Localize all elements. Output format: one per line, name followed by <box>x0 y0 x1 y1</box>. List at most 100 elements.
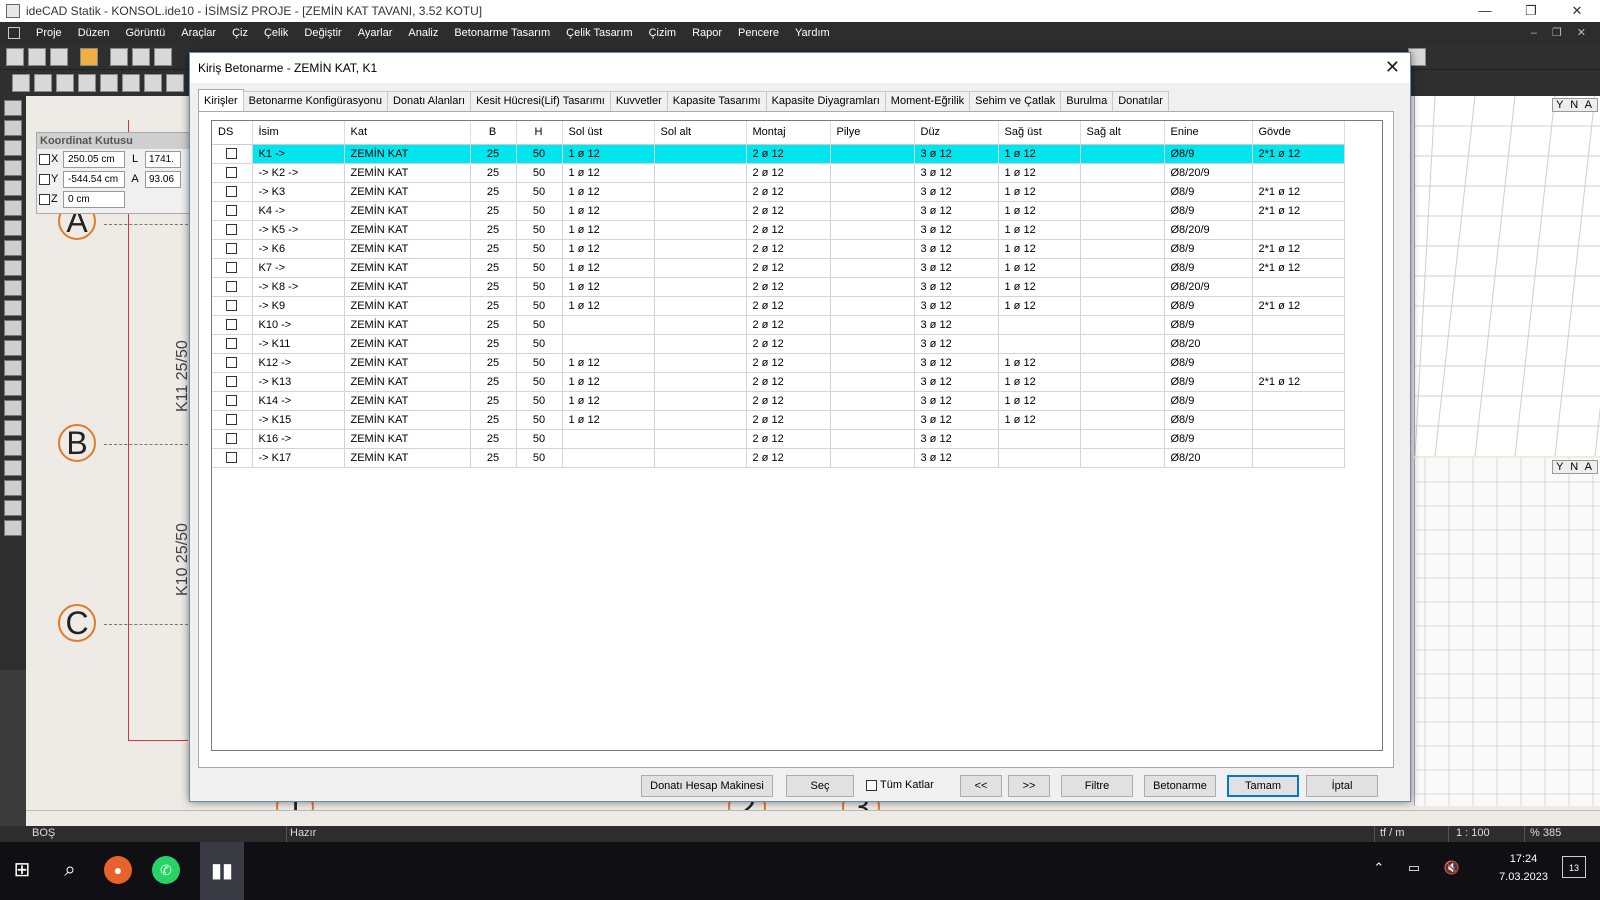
3d-view-top[interactable]: Y N A <box>1414 96 1600 456</box>
table-cell[interactable]: 1 ø 12 <box>562 410 655 430</box>
table-cell[interactable]: 1 ø 12 <box>998 239 1081 259</box>
table-cell[interactable] <box>1252 429 1345 449</box>
col-sag-alt[interactable]: Sağ alt <box>1080 121 1165 145</box>
whatsapp-icon[interactable]: ✆ <box>152 856 180 884</box>
col-ds[interactable]: DS <box>212 121 253 145</box>
table-cell[interactable]: K1 -> <box>252 144 345 164</box>
col-sag-ust[interactable]: Sağ üst <box>998 121 1081 145</box>
table-cell[interactable]: Ø8/9 <box>1164 391 1253 411</box>
table-cell[interactable]: 3 ø 12 <box>914 220 999 240</box>
previous-button[interactable]: << <box>960 775 1002 797</box>
col-duz[interactable]: Düz <box>914 121 999 145</box>
tab-burulma[interactable]: Burulma <box>1060 91 1114 111</box>
menu-ciz[interactable]: Çiz <box>224 22 256 44</box>
table-cell[interactable]: -> K8 -> <box>252 277 345 297</box>
ds-checkbox-cell[interactable] <box>212 144 253 164</box>
table-cell[interactable]: 50 <box>516 448 563 468</box>
ds-checkbox[interactable] <box>226 452 238 464</box>
table-cell[interactable] <box>830 410 915 430</box>
table-cell[interactable] <box>654 239 747 259</box>
table-cell[interactable]: 1 ø 12 <box>998 391 1081 411</box>
table-cell[interactable]: 50 <box>516 410 563 430</box>
beam-tool-icon[interactable] <box>56 74 74 92</box>
table-cell[interactable] <box>830 296 915 316</box>
all-floors-option[interactable]: Tüm Katlar <box>866 779 934 791</box>
stair-tool-icon[interactable] <box>100 74 118 92</box>
table-cell[interactable]: 3 ø 12 <box>914 277 999 297</box>
table-cell[interactable] <box>654 163 747 183</box>
table-cell[interactable]: 25 <box>470 144 517 164</box>
table-row[interactable]: -> K6 ZEMİN KAT 25 50 1 ø 12 2 ø 12 3 ø 12 1 ø … <box>212 239 1345 259</box>
table-cell[interactable]: 3 ø 12 <box>914 334 999 354</box>
axis-marker-b[interactable]: B <box>58 424 96 462</box>
table-cell[interactable]: Ø8/20 <box>1164 334 1253 354</box>
table-cell[interactable]: ZEMİN KAT <box>344 163 471 183</box>
table-cell[interactable]: 3 ø 12 <box>914 163 999 183</box>
table-cell[interactable]: ZEMİN KAT <box>344 144 471 164</box>
table-cell[interactable]: K4 -> <box>252 201 345 221</box>
table-row[interactable]: -> K3 ZEMİN KAT 25 50 1 ø 12 2 ø 12 3 ø 12 1 ø … <box>212 182 1345 202</box>
new-file-icon[interactable] <box>6 48 24 66</box>
table-cell[interactable]: 3 ø 12 <box>914 448 999 468</box>
table-cell[interactable]: 1 ø 12 <box>998 258 1081 278</box>
table-cell[interactable]: 3 ø 12 <box>914 182 999 202</box>
table-cell[interactable]: 25 <box>470 296 517 316</box>
table-cell[interactable] <box>654 391 747 411</box>
search-icon[interactable]: ⌕ <box>52 852 88 888</box>
table-cell[interactable]: -> K13 <box>252 372 345 392</box>
ds-checkbox-cell[interactable] <box>212 296 253 316</box>
table-cell[interactable]: 1 ø 12 <box>998 372 1081 392</box>
table-cell[interactable]: 1 ø 12 <box>998 201 1081 221</box>
table-cell[interactable]: -> K17 <box>252 448 345 468</box>
table-cell[interactable]: ZEMİN KAT <box>344 182 471 202</box>
tool-icon-2[interactable] <box>4 120 22 136</box>
tab-kuvvetler[interactable]: Kuvvetler <box>609 91 668 111</box>
tab-betonarme-konfigurasyonu[interactable]: Betonarme Konfigürasyonu <box>242 91 388 111</box>
ds-checkbox[interactable] <box>226 186 238 198</box>
table-cell[interactable]: 2 ø 12 <box>746 296 831 316</box>
table-cell[interactable]: 1 ø 12 <box>998 410 1081 430</box>
status-zoom[interactable]: % 385 <box>1530 827 1561 839</box>
clock[interactable]: 17:24 7.03.2023 <box>1499 850 1548 886</box>
x-lock-checkbox[interactable] <box>39 153 50 165</box>
menu-celik-tasarim[interactable]: Çelik Tasarım <box>558 22 640 44</box>
table-cell[interactable]: 50 <box>516 391 563 411</box>
table-cell[interactable]: K14 -> <box>252 391 345 411</box>
table-cell[interactable]: 50 <box>516 372 563 392</box>
table-cell[interactable]: -> K2 -> <box>252 163 345 183</box>
ds-checkbox[interactable] <box>226 395 238 407</box>
table-cell[interactable]: 3 ø 12 <box>914 239 999 259</box>
table-cell[interactable] <box>654 448 747 468</box>
tool-icon-18[interactable] <box>4 440 22 456</box>
ds-checkbox-cell[interactable] <box>212 429 253 449</box>
table-cell[interactable] <box>830 391 915 411</box>
col-enine[interactable]: Enine <box>1164 121 1253 145</box>
table-cell[interactable]: 50 <box>516 144 563 164</box>
x-field[interactable]: 250.05 cm <box>63 150 125 168</box>
table-cell[interactable]: 3 ø 12 <box>914 315 999 335</box>
table-cell[interactable]: 2 ø 12 <box>746 144 831 164</box>
table-cell[interactable]: -> K9 <box>252 296 345 316</box>
table-cell[interactable]: K12 -> <box>252 353 345 373</box>
ds-checkbox[interactable] <box>226 243 238 255</box>
table-cell[interactable]: 2 ø 12 <box>746 239 831 259</box>
table-cell[interactable]: 50 <box>516 334 563 354</box>
table-cell[interactable]: 25 <box>470 182 517 202</box>
table-cell[interactable]: 1 ø 12 <box>562 220 655 240</box>
table-cell[interactable] <box>562 334 655 354</box>
table-cell[interactable] <box>830 353 915 373</box>
view-axis-buttons-2[interactable]: Y N A <box>1552 460 1598 474</box>
table-cell[interactable] <box>1252 315 1345 335</box>
table-cell[interactable]: 2 ø 12 <box>746 353 831 373</box>
table-cell[interactable]: Ø8/9 <box>1164 315 1253 335</box>
table-cell[interactable] <box>830 201 915 221</box>
dialog-close-icon[interactable]: ✕ <box>1385 57 1400 78</box>
table-cell[interactable]: 3 ø 12 <box>914 410 999 430</box>
table-cell[interactable]: Ø8/20/9 <box>1164 163 1253 183</box>
table-cell[interactable] <box>1080 448 1165 468</box>
menu-betonarme-tasarim[interactable]: Betonarme Tasarım <box>446 22 558 44</box>
table-cell[interactable]: 2*1 ø 12 <box>1252 182 1345 202</box>
y-lock-checkbox[interactable] <box>39 173 50 185</box>
table-cell[interactable]: Ø8/9 <box>1164 429 1253 449</box>
ds-checkbox[interactable] <box>226 167 238 179</box>
